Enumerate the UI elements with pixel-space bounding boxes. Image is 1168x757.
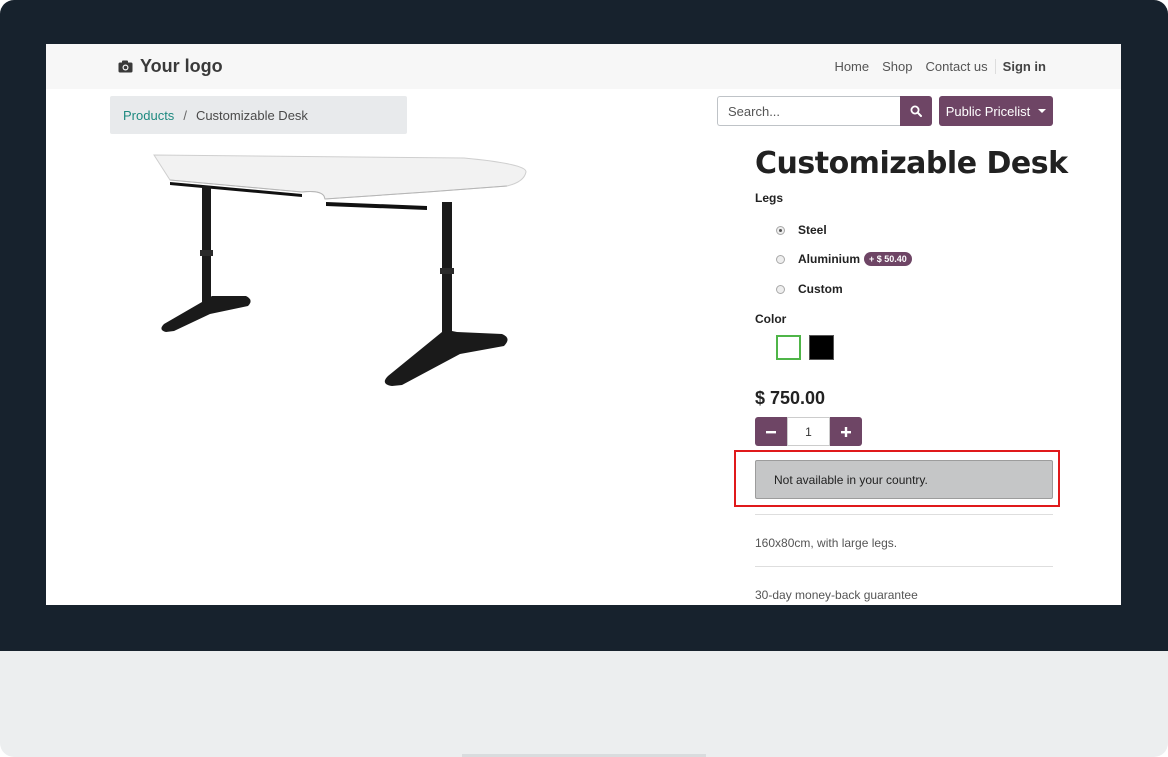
price-extra-badge: + $ 50.40 xyxy=(864,252,912,266)
legs-attribute-label: Legs xyxy=(755,191,784,205)
logo-text: Your logo xyxy=(140,56,223,76)
divider xyxy=(755,566,1053,567)
site-logo[interactable]: Your logo xyxy=(118,56,223,77)
product-image xyxy=(153,154,527,386)
nav-home-link[interactable]: Home xyxy=(834,59,869,74)
breadcrumb-products-link[interactable]: Products xyxy=(123,108,174,123)
legs-option-label: Aluminium xyxy=(798,252,860,266)
chevron-down-icon xyxy=(1038,109,1047,113)
sign-in-link[interactable]: Sign in xyxy=(994,59,1046,74)
camera-icon xyxy=(118,60,133,73)
quantity-increase-button[interactable] xyxy=(830,417,862,446)
radio-button[interactable] xyxy=(776,284,785,294)
nav-contact-link[interactable]: Contact us xyxy=(926,59,988,74)
divider xyxy=(755,514,1053,515)
product-description: 160x80cm, with large legs. xyxy=(755,536,898,550)
product-title: Customizable Desk xyxy=(755,146,1068,181)
quantity-decrease-button[interactable] xyxy=(755,417,787,446)
search-button[interactable] xyxy=(900,96,932,126)
legs-option-label: Steel xyxy=(798,223,827,237)
search-form xyxy=(717,96,932,126)
minus-icon xyxy=(766,430,776,433)
browser-viewport: Your logo Home Shop Contact us Sign in P… xyxy=(46,44,1121,605)
search-input[interactable] xyxy=(717,96,900,126)
legs-option-custom[interactable]: Custom xyxy=(776,282,843,296)
pricelist-dropdown[interactable]: Public Pricelist xyxy=(939,96,1053,126)
quantity-stepper xyxy=(755,417,862,446)
monitor-chin xyxy=(0,651,1168,757)
breadcrumb-separator: / xyxy=(183,107,187,123)
color-swatch-white[interactable] xyxy=(776,335,801,360)
breadcrumb-current: Customizable Desk xyxy=(195,107,308,123)
legs-option-aluminium[interactable]: Aluminium + $ 50.40 xyxy=(776,252,912,266)
radio-button[interactable] xyxy=(776,254,785,264)
nav-shop-link[interactable]: Shop xyxy=(882,59,912,74)
legs-option-label: Custom xyxy=(798,282,843,296)
top-navbar: Your logo Home Shop Contact us Sign in xyxy=(46,44,1121,89)
color-swatch-black[interactable] xyxy=(809,335,834,360)
color-attribute-label: Color xyxy=(755,312,787,326)
main-menu: Home Shop Contact us Sign in xyxy=(821,59,1046,74)
plus-icon xyxy=(841,426,851,437)
pricelist-label: Public Pricelist xyxy=(945,103,1031,119)
quantity-input[interactable] xyxy=(787,417,830,446)
breadcrumb: Products / Customizable Desk xyxy=(110,96,407,134)
legs-option-steel[interactable]: Steel xyxy=(776,223,827,237)
highlight-annotation-box xyxy=(734,450,1060,507)
product-price: $ 750.00 xyxy=(755,388,826,408)
guarantee-text: 30-day money-back guarantee xyxy=(755,588,918,602)
radio-button[interactable] xyxy=(776,225,785,235)
search-icon xyxy=(910,105,922,117)
